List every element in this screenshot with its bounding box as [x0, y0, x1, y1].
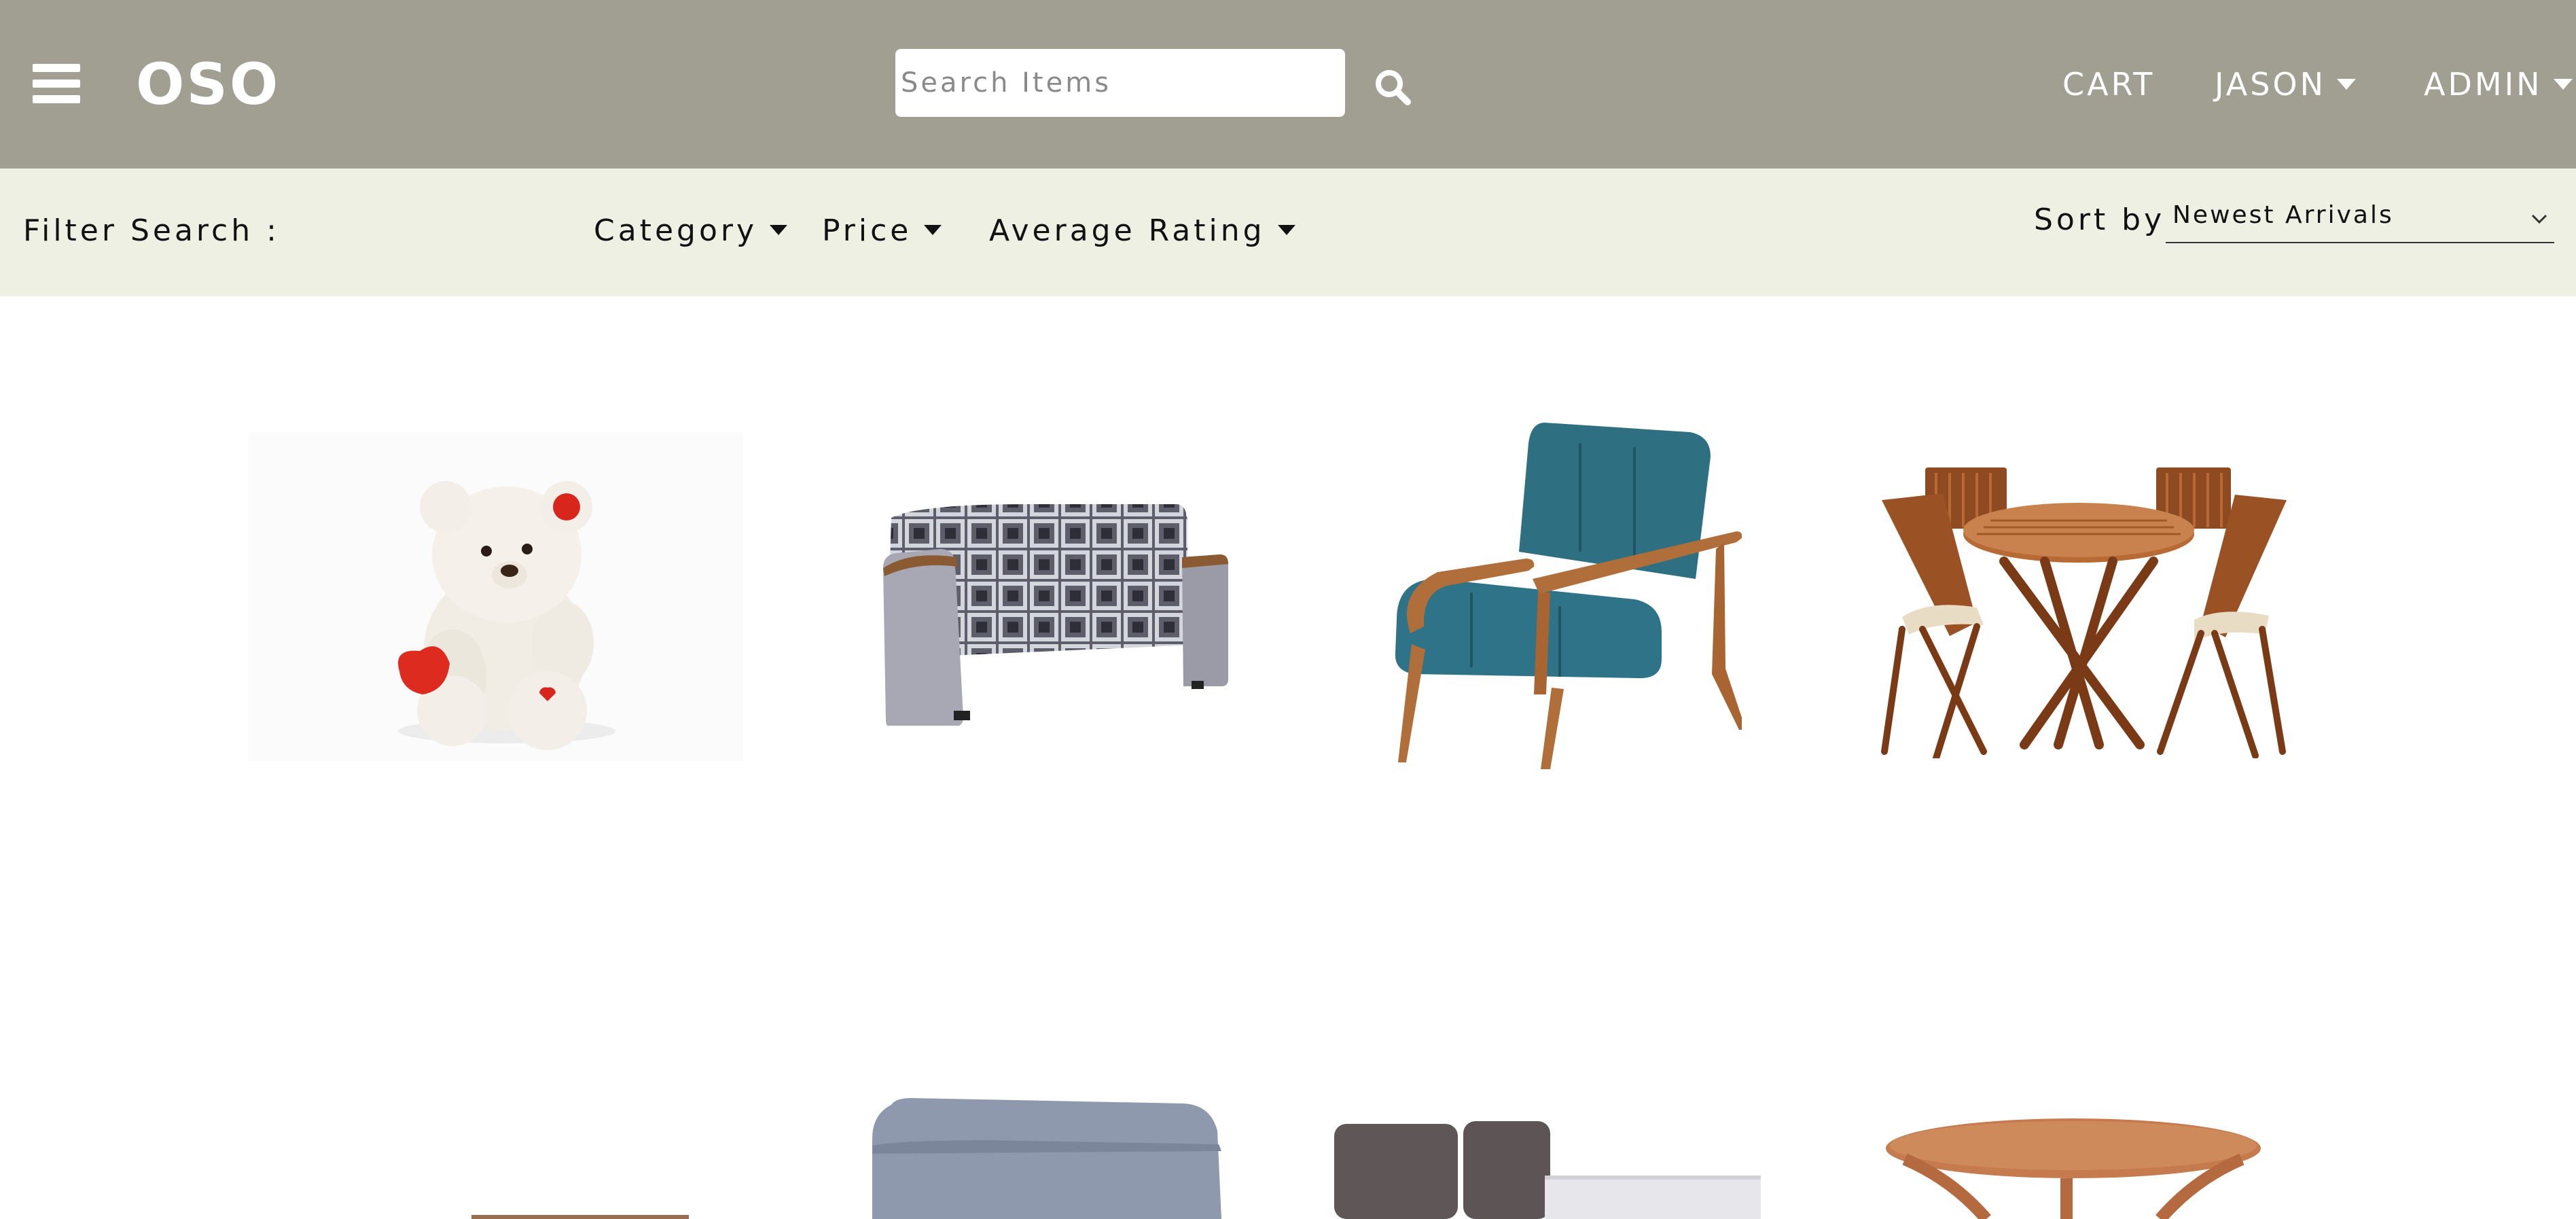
average-rating-filter-dropdown[interactable]: Average Rating — [989, 211, 1295, 251]
teal-armchair-image — [1395, 423, 1742, 769]
hamburger-menu-icon[interactable] — [33, 64, 80, 103]
user-menu-jason[interactable]: JASON — [2215, 63, 2357, 106]
grey-ottoman-image — [872, 1098, 1221, 1219]
product-card-grey-ottoman[interactable] — [872, 1098, 1221, 1219]
caret-down-icon — [770, 224, 787, 235]
caret-down-icon — [924, 224, 942, 235]
patterned-sofa-image — [883, 504, 1228, 726]
filter-bar: Filter Search : Category Price Average R… — [0, 169, 2576, 296]
caret-down-icon — [1277, 224, 1295, 235]
round-coffee-table-image — [1886, 1118, 2261, 1219]
category-filter-dropdown[interactable]: Category — [594, 211, 787, 251]
chevron-down-icon — [2531, 214, 2547, 224]
product-card-round-coffee-table[interactable] — [1884, 1118, 2262, 1219]
sort-selected-value: Newest Arrivals — [2172, 201, 2394, 229]
admin-menu-label: ADMIN — [2424, 66, 2543, 103]
upholstered-bed-image — [1334, 1121, 1761, 1219]
product-card-patterned-sofa[interactable] — [872, 487, 1234, 726]
cart-link[interactable]: CART — [2062, 63, 2155, 106]
product-card-wooden-item[interactable] — [471, 1214, 689, 1219]
product-card-upholstered-bed[interactable] — [1334, 1118, 1761, 1219]
wooden-item-image — [471, 1215, 689, 1219]
price-filter-dropdown[interactable]: Price — [822, 211, 942, 251]
product-card-teal-armchair[interactable] — [1376, 416, 1742, 777]
user-menu-label: JASON — [2215, 66, 2327, 103]
average-rating-filter-label: Average Rating — [989, 213, 1266, 248]
patio-dining-set-image — [1881, 467, 2287, 758]
admin-menu[interactable]: ADMIN — [2424, 63, 2573, 106]
sort-by-select[interactable]: Newest Arrivals — [2166, 197, 2554, 243]
search-icon[interactable] — [1372, 67, 1413, 107]
search-input[interactable] — [895, 49, 1345, 117]
product-card-patio-dining-set[interactable] — [1875, 459, 2293, 758]
caret-down-icon — [2337, 78, 2357, 90]
sort-by-label: Sort by — [2034, 202, 2166, 237]
brand-logo[interactable]: OSO — [136, 50, 280, 118]
caret-down-icon — [2553, 78, 2573, 90]
top-navigation-bar: OSO CART JASON ADMIN — [0, 0, 2576, 169]
filter-search-label: Filter Search : — [23, 213, 280, 248]
teddy-bear-image — [398, 481, 615, 750]
price-filter-label: Price — [822, 213, 912, 248]
category-filter-label: Category — [594, 213, 757, 248]
product-card-teddy-bear[interactable] — [249, 432, 743, 761]
cart-label: CART — [2062, 66, 2155, 103]
